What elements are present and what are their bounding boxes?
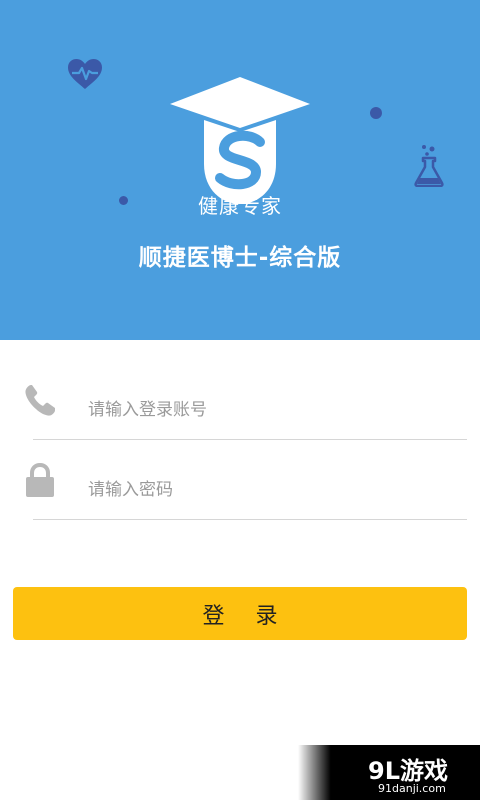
app-title: 顺捷医博士-综合版: [138, 245, 342, 271]
flask-icon: [414, 145, 444, 187]
password-input[interactable]: [88, 472, 448, 508]
watermark-url: 91danji.com: [378, 782, 446, 795]
phone-icon: [25, 385, 55, 416]
header-banner: 健康专家 顺捷医博士-综合版: [0, 0, 480, 340]
slogan: 健康专家: [198, 194, 282, 218]
login-button[interactable]: 登 录: [13, 587, 467, 640]
password-divider: [33, 519, 467, 520]
password-row: [0, 450, 480, 530]
watermark: 9L游戏 91danji.com: [298, 745, 480, 800]
watermark-logo: 9L游戏: [368, 757, 448, 785]
account-row: [0, 370, 480, 450]
decor-dot: [370, 107, 382, 119]
account-input[interactable]: [88, 392, 448, 428]
heart-pulse-icon: [68, 59, 102, 89]
login-form: [0, 340, 480, 800]
lock-icon: [26, 462, 54, 497]
account-divider: [33, 439, 467, 440]
